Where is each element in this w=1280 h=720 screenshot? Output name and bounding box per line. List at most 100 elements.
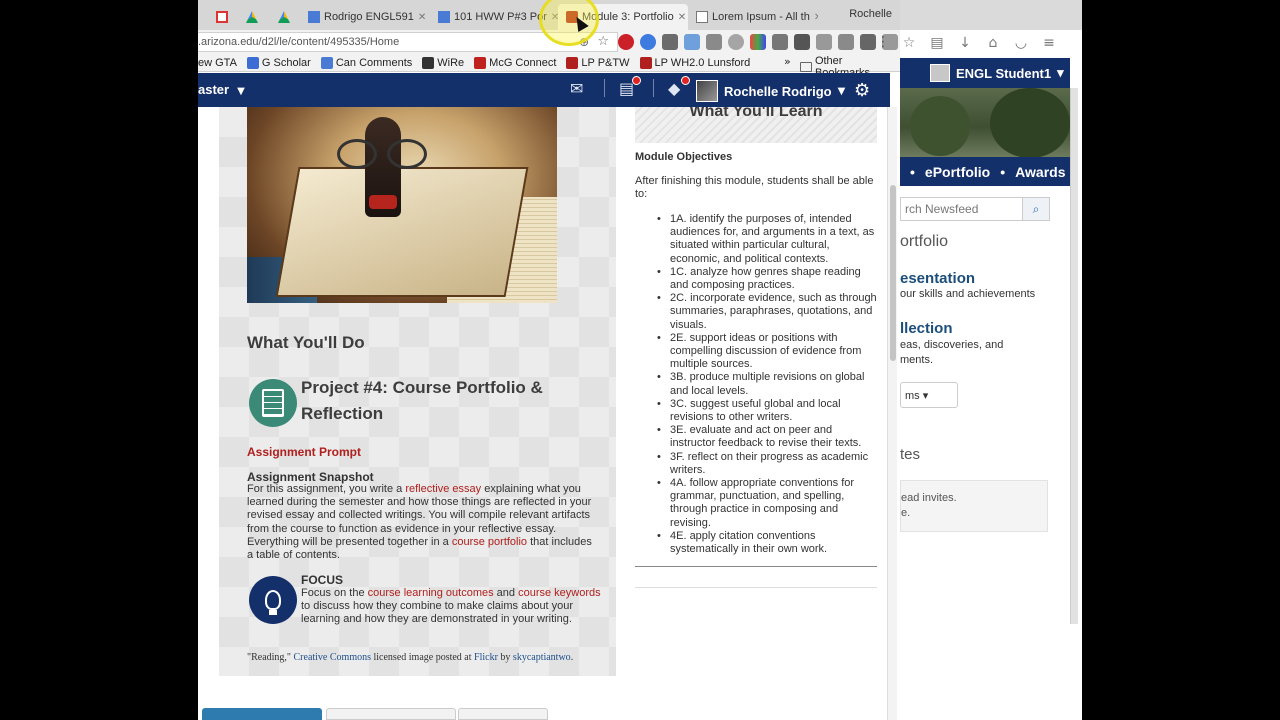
bookmark-item[interactable]: Can Comments: [320, 54, 412, 71]
extension-icon[interactable]: [662, 34, 678, 50]
bookmark-item[interactable]: LP WH2.0 Lunsford: [639, 54, 750, 71]
list-item: 2E. support ideas or positions with comp…: [657, 332, 877, 372]
creative-commons-link[interactable]: Creative Commons: [294, 652, 372, 663]
tab-label: 101 HWW P#3 Por: [454, 11, 547, 23]
reading-image: [247, 107, 557, 303]
module-objectives-heading: Module Objectives: [635, 151, 733, 163]
focus-heading: FOCUS: [301, 573, 343, 587]
items-dropdown-button[interactable]: ms ▾: [900, 382, 958, 408]
pocket-icon[interactable]: ◡: [1012, 34, 1030, 52]
bookmark-star-icon[interactable]: ☆: [597, 34, 609, 49]
list-item: 2C. incorporate evidence, such as throug…: [657, 292, 877, 332]
avatar: [696, 80, 718, 102]
objectives-intro: After finishing this module, students sh…: [635, 175, 874, 200]
project-title: Project #4: Course Portfolio & Reflectio…: [301, 378, 543, 423]
tab-drive[interactable]: [270, 4, 300, 30]
notification-badge: [681, 76, 690, 85]
course-portfolio-link[interactable]: course portfolio: [452, 536, 527, 548]
presentation-link[interactable]: esentation: [900, 270, 975, 287]
drive-icon: [246, 11, 258, 23]
notification-badge: [632, 76, 641, 85]
bottom-button[interactable]: [458, 708, 548, 720]
menu-icon[interactable]: ≡: [1040, 34, 1058, 52]
extension-icon[interactable]: [706, 34, 722, 50]
nav-notification-icons: ✉ ▤ ◆: [570, 76, 690, 98]
chevron-right-icon[interactable]: »: [784, 55, 791, 68]
collection-desc: eas, discoveries, and ments.: [900, 339, 1004, 366]
invites-heading: tes: [900, 446, 921, 463]
new-tab-button[interactable]: [822, 4, 844, 30]
extension-icon[interactable]: [772, 34, 788, 50]
subscriptions-icon[interactable]: ◆: [668, 76, 690, 98]
collection-link[interactable]: llection: [900, 320, 953, 337]
background-browser-window: ☆ ▤ ↓ ⌂ ◡ ≡ ENGL Student1 ▾ • ePortfolio…: [880, 0, 1082, 720]
list-item: 1A. identify the purposes of, intended a…: [657, 213, 877, 266]
tab-lorem-ipsum[interactable]: Lorem Ipsum - All th ✕: [688, 4, 818, 30]
updates-icon[interactable]: ▤: [619, 76, 641, 98]
bookmark-item[interactable]: WiRe: [422, 54, 464, 71]
d2l-navbar: aster ▼ ✉ ▤ ◆ Rochelle Rodrigo ▼ ⚙: [198, 73, 890, 107]
extension-icon[interactable]: [728, 34, 744, 50]
tab-label: Lorem Ipsum - All th: [712, 11, 810, 23]
tab-gmail[interactable]: [208, 4, 238, 30]
gmail-icon: [216, 11, 228, 23]
author-link[interactable]: skycaptiantwo: [513, 652, 571, 663]
page-scrollbar[interactable]: [887, 107, 897, 720]
user-name: Rochelle Rodrigo: [724, 83, 832, 99]
lp-icon: [566, 56, 579, 69]
home-icon[interactable]: ⌂: [984, 34, 1002, 52]
tab-drive[interactable]: [238, 4, 270, 30]
chevron-down-icon: ▼: [237, 86, 245, 97]
flickr-link[interactable]: Flickr: [474, 652, 498, 663]
extension-icon[interactable]: [640, 34, 656, 50]
assignment-prompt-link[interactable]: Assignment Prompt: [247, 445, 361, 459]
reader-icon[interactable]: ▤: [928, 34, 946, 52]
extension-icon[interactable]: [794, 34, 810, 50]
star-icon[interactable]: ☆: [900, 34, 918, 52]
extension-icon[interactable]: [684, 34, 700, 50]
search-icon[interactable]: ⌕: [1022, 197, 1050, 221]
scrollbar-thumb[interactable]: [890, 185, 896, 361]
bookmarks-bar: ew GTA G Scholar Can Comments WiRe McG C…: [198, 54, 900, 79]
pinterest-icon[interactable]: [618, 34, 634, 50]
lightbulb-icon: [249, 576, 297, 624]
nav-separator: •: [910, 163, 915, 180]
module-overview-panel: What You'll Do Project #4: Course Portfo…: [219, 107, 616, 676]
dropbox-icon[interactable]: [838, 34, 854, 50]
learning-outcomes-link[interactable]: course learning outcomes: [368, 587, 494, 599]
nav-awards-link[interactable]: Awards: [1015, 164, 1065, 180]
snapshot-text: For this assignment, you write a reflect…: [247, 483, 592, 562]
tab-rodrigo-engl591[interactable]: Rodrigo ENGL591 ✕: [300, 4, 428, 30]
browser-menu-icon[interactable]: ⋮: [876, 34, 890, 50]
download-icon[interactable]: ↓: [956, 34, 974, 52]
back-eportfolio-nav: • ePortfolio • Awards: [900, 157, 1070, 186]
nav-eportfolio-link[interactable]: ePortfolio: [925, 164, 990, 180]
course-menu[interactable]: aster ▼: [198, 82, 245, 97]
tab-label: Rodrigo ENGL591: [324, 11, 414, 23]
extension-icon[interactable]: [750, 34, 766, 50]
bookmark-item[interactable]: G Scholar: [246, 54, 311, 71]
list-item: 3B. produce multiple revisions on global…: [657, 371, 877, 397]
extension-icon[interactable]: [816, 34, 832, 50]
back-user-menu[interactable]: ENGL Student1 ▾: [930, 64, 1064, 82]
close-icon[interactable]: ✕: [678, 12, 688, 23]
bottom-button[interactable]: [326, 708, 456, 720]
close-icon[interactable]: ✕: [814, 12, 818, 23]
reflective-essay-link[interactable]: reflective essay: [405, 483, 481, 495]
mail-icon[interactable]: ✉: [570, 79, 590, 98]
user-menu[interactable]: Rochelle Rodrigo ▼: [696, 80, 845, 102]
close-icon[interactable]: ✕: [418, 12, 428, 23]
course-keywords-link[interactable]: course keywords: [518, 587, 601, 599]
bookmark-item[interactable]: ew GTA: [198, 54, 237, 71]
back-scrollbar[interactable]: [1070, 88, 1078, 624]
gear-icon[interactable]: ⚙: [854, 80, 870, 101]
bookmark-item[interactable]: LP P&TW: [566, 54, 630, 71]
browser-profile-name[interactable]: Rochelle: [849, 8, 892, 20]
bottom-button[interactable]: [202, 708, 322, 720]
portfolio-heading: ortfolio: [900, 233, 949, 250]
docs-icon: [308, 11, 320, 23]
bookmark-item[interactable]: McG Connect: [474, 54, 556, 71]
extension-icon[interactable]: [860, 34, 876, 50]
list-item: 4E. apply citation conventions systemati…: [657, 530, 877, 556]
back-tab-strip: [880, 0, 1082, 30]
